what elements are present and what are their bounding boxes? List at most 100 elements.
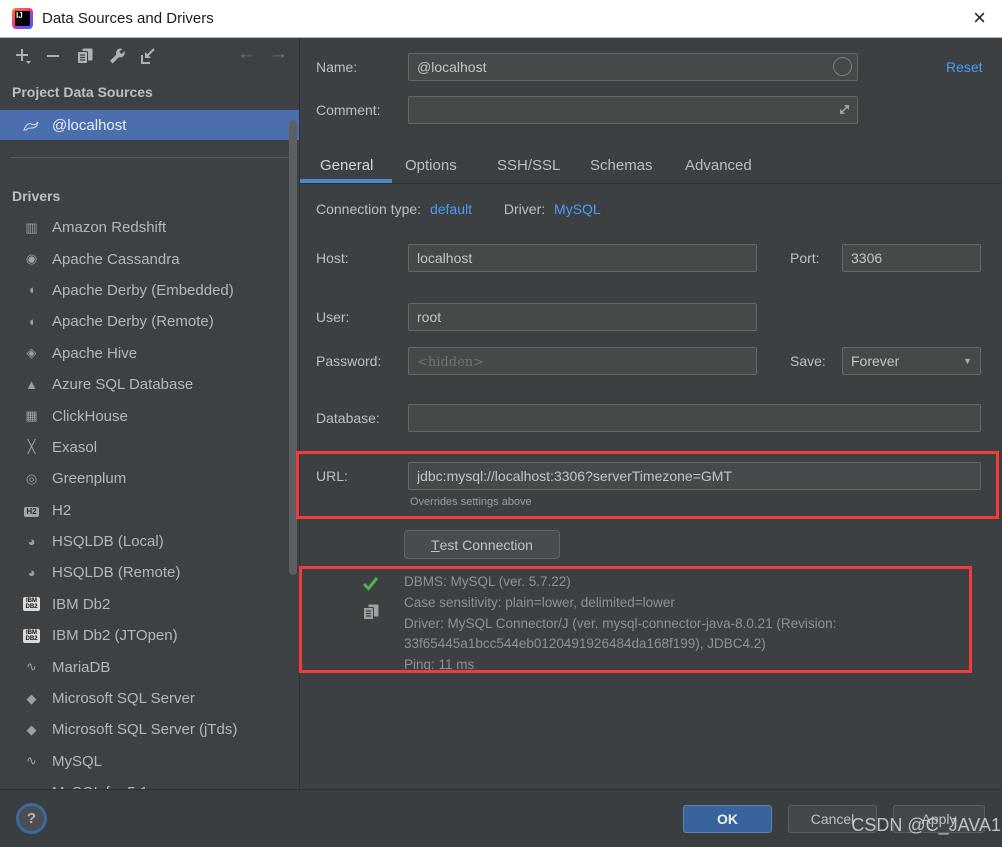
h2-icon: H2 — [24, 507, 39, 518]
database-input[interactable] — [408, 404, 981, 432]
url-input[interactable] — [408, 462, 981, 490]
back-icon[interactable]: ← — [237, 43, 256, 65]
driver-label: Apache Derby (Embedded) — [52, 281, 234, 299]
driver-link[interactable]: MySQL — [554, 201, 601, 217]
host-label: Host: — [316, 250, 349, 266]
list-item[interactable]: ▲ Azure SQL Database — [0, 369, 299, 400]
list-item[interactable]: ◕ HSQLDB (Remote) — [0, 557, 299, 588]
result-line: Case sensitivity: plain=lower, delimited… — [404, 594, 675, 610]
refresh-indicator-icon — [833, 57, 852, 76]
driver-label: MariaDB — [52, 658, 111, 676]
hsqldb-icon: ◕ — [27, 533, 36, 549]
tab-divider — [300, 183, 1002, 184]
test-connection-button[interactable]: Test Connection — [404, 530, 560, 559]
name-input[interactable] — [408, 53, 858, 81]
driver-label: IBM Db2 — [52, 595, 111, 613]
sidebar-item-localhost[interactable]: @localhost — [0, 110, 299, 140]
result-lines: DBMS: MySQL (ver. 5.7.22) Case sensitivit… — [404, 572, 836, 676]
connection-settings-panel: Name: Reset Comment: General Options SSH/S… — [296, 38, 1002, 789]
list-item[interactable]: ◆ Microsoft SQL Server — [0, 683, 299, 714]
import-icon[interactable] — [138, 45, 160, 67]
driver-label: H2 — [52, 501, 72, 519]
ibm-db2-icon: IBM DB2 — [23, 628, 40, 643]
driver-label: MySQL — [52, 752, 103, 770]
list-item[interactable]: ∿ MySQL — [0, 746, 299, 777]
hive-icon: ◈ — [26, 345, 37, 361]
list-item[interactable]: IBM DB2 IBM Db2 (JTOpen) — [0, 620, 299, 651]
host-input[interactable] — [408, 244, 757, 272]
wrench-icon[interactable] — [106, 45, 128, 67]
tab-ssh-ssl[interactable]: SSH/SSL — [497, 157, 560, 174]
url-label: URL: — [316, 468, 348, 484]
list-item[interactable]: ◕ HSQLDB (Local) — [0, 526, 299, 557]
driver-label: HSQLDB (Remote) — [52, 564, 181, 582]
clickhouse-icon: ▦ — [25, 408, 38, 424]
intellij-logo-icon: IJ — [12, 8, 33, 29]
remove-icon[interactable] — [42, 45, 64, 67]
list-item[interactable]: ∿MySQL for 5.1 — [0, 777, 299, 789]
list-item[interactable]: ∿ MariaDB — [0, 651, 299, 682]
comment-label: Comment: — [316, 102, 381, 118]
list-item[interactable]: ◖ Apache Derby (Embedded) — [0, 275, 299, 306]
password-label: Password: — [316, 353, 382, 369]
port-label: Port: — [790, 250, 820, 266]
mysql-icon: ∿ — [26, 753, 37, 769]
list-item[interactable]: ◆ Microsoft SQL Server (jTds) — [0, 714, 299, 745]
save-dropdown[interactable]: Forever ▼ — [842, 347, 981, 375]
password-input[interactable] — [408, 347, 757, 375]
result-line: 33f65445a1bcc544eb0120491926484da168f199… — [404, 636, 766, 652]
database-label: Database: — [316, 410, 380, 426]
close-icon[interactable]: × — [973, 5, 986, 31]
connection-type-label: Connection type: — [316, 201, 422, 217]
user-label: User: — [316, 309, 350, 325]
result-line: Ping: 11 ms — [404, 657, 475, 673]
watermark: CSDN @C_JAVA1 — [851, 815, 1001, 835]
tab-general[interactable]: General — [320, 157, 373, 174]
help-button[interactable]: ? — [16, 803, 47, 834]
driver-label: Exasol — [52, 438, 98, 456]
ibm-db2-icon: IBM DB2 — [23, 597, 40, 612]
mysql-icon — [22, 119, 41, 132]
reset-link[interactable]: Reset — [946, 59, 983, 75]
list-item[interactable]: ◈ Apache Hive — [0, 338, 299, 369]
user-input[interactable] — [408, 303, 757, 331]
sidebar-separator — [10, 157, 290, 158]
list-item[interactable]: ▦ ClickHouse — [0, 400, 299, 431]
list-item[interactable]: IBM DB2 IBM Db2 — [0, 589, 299, 620]
comment-input[interactable] — [408, 96, 858, 124]
connection-type-row: Connection type: default Driver: MySQL — [316, 201, 601, 217]
expand-icon[interactable] — [837, 102, 852, 122]
amazon-redshift-icon: ▥ — [25, 219, 38, 235]
driver-label: Microsoft SQL Server — [52, 690, 195, 708]
driver-label: Apache Cassandra — [52, 250, 180, 268]
add-icon[interactable] — [12, 45, 34, 67]
driver-label: Amazon Redshift — [52, 219, 167, 237]
chevron-down-icon: ▼ — [963, 356, 972, 366]
tab-advanced[interactable]: Advanced — [685, 157, 752, 174]
greenplum-icon: ◎ — [25, 470, 38, 486]
driver-label: ClickHouse — [52, 407, 128, 425]
window-title: Data Sources and Drivers — [42, 10, 214, 27]
driver-label: Greenplum — [52, 470, 127, 488]
connection-type-link[interactable]: default — [430, 201, 472, 217]
driver-label: Azure SQL Database — [52, 376, 194, 394]
sidebar: ← → Project Data Sources @localhost Driv… — [0, 38, 300, 789]
copy-result-icon[interactable] — [362, 603, 384, 626]
forward-icon[interactable]: → — [269, 43, 288, 65]
tab-options[interactable]: Options — [405, 157, 457, 174]
sql-server-icon: ◆ — [26, 721, 37, 737]
duplicate-icon[interactable] — [74, 45, 96, 67]
tab-schemas[interactable]: Schemas — [590, 157, 653, 174]
list-item[interactable]: ◉ Apache Cassandra — [0, 243, 299, 274]
port-input[interactable] — [842, 244, 981, 272]
driver-label: Microsoft SQL Server (jTds) — [52, 721, 238, 739]
question-mark-icon: ? — [26, 810, 37, 827]
sidebar-scrollbar[interactable] — [289, 120, 297, 575]
list-item[interactable]: ◖ Apache Derby (Remote) — [0, 306, 299, 337]
list-item[interactable]: ╳ Exasol — [0, 432, 299, 463]
sidebar-toolbar: ← → — [0, 43, 299, 71]
list-item[interactable]: H2 H2 — [0, 495, 299, 526]
list-item[interactable]: ▥ Amazon Redshift — [0, 212, 299, 243]
list-item[interactable]: ◎ Greenplum — [0, 463, 299, 494]
ok-button[interactable]: OK — [683, 805, 772, 833]
